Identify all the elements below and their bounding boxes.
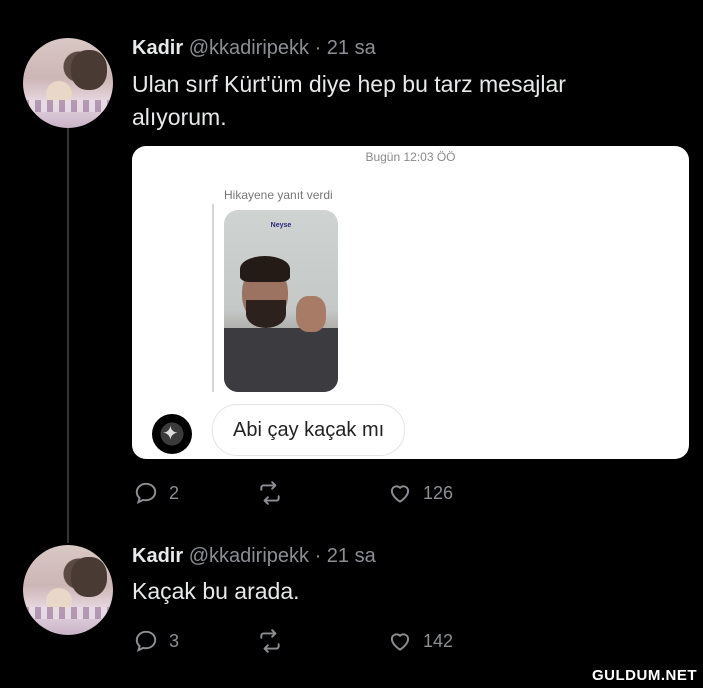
heart-icon (390, 633, 410, 651)
tweet-text-line: alıyorum. (132, 104, 227, 130)
heart-icon (390, 485, 410, 503)
retweet-icon (260, 481, 280, 505)
bird-icon: ✦ (162, 423, 179, 445)
retweet-icon (260, 629, 280, 653)
reply-count: 3 (169, 630, 180, 651)
tweet-header: Kadir @kkadiripekk · 21 sa (132, 37, 376, 60)
display-name[interactable]: Kadir (132, 37, 183, 59)
reply-icon (135, 482, 157, 505)
story-reply-label: Hikayene yanıt verdi (224, 188, 333, 202)
thread-line (67, 128, 69, 543)
display-name[interactable]: Kadir (132, 545, 183, 567)
message-bubble: Abi çay kaçak mı (212, 404, 406, 456)
like-count: 126 (423, 482, 454, 503)
retweet-button[interactable] (257, 628, 283, 654)
avatar-face (71, 50, 107, 90)
tweet-text: Kaçak bu arada. (132, 575, 300, 608)
like-button[interactable]: 126 (387, 480, 453, 506)
watermark: GULDUM.NET (592, 667, 697, 684)
sender-avatar: ✦ (152, 414, 192, 454)
reply-button[interactable]: 3 (133, 628, 179, 654)
media-card[interactable]: Bugün 12:03 ÖÖ Hikayene yanıt verdi Neys… (132, 146, 689, 459)
reply-button[interactable]: 2 (133, 480, 179, 506)
avatar-blanket (23, 100, 113, 112)
avatar[interactable] (23, 545, 113, 635)
reply-count: 2 (169, 482, 180, 503)
story-beard (246, 300, 286, 328)
story-reply-bar (212, 204, 214, 392)
story-tag: Neyse (270, 222, 292, 229)
avatar-blanket (23, 607, 113, 619)
avatar[interactable] (23, 38, 113, 128)
story-shirt (224, 328, 338, 392)
tweet-time[interactable]: · 21 sa (315, 545, 376, 567)
user-handle[interactable]: @kkadiripekk (189, 545, 309, 567)
message-date: Bugün 12:03 ÖÖ (365, 150, 456, 164)
story-hand (296, 296, 326, 332)
story-image: Neyse (224, 210, 338, 392)
retweet-button[interactable] (257, 480, 283, 506)
tweet-header: Kadir @kkadiripekk · 21 sa (132, 545, 376, 568)
reply-icon (135, 630, 157, 653)
tweet-text: Ulan sırf Kürt'üm diye hep bu tarz mesaj… (132, 68, 566, 134)
like-count: 142 (423, 630, 454, 651)
story-hair (240, 256, 290, 282)
avatar-face (71, 557, 107, 597)
tweet-text-line: Ulan sırf Kürt'üm diye hep bu tarz mesaj… (132, 71, 566, 97)
tweet-time[interactable]: · 21 sa (315, 37, 376, 59)
user-handle[interactable]: @kkadiripekk (189, 37, 309, 59)
tweet-text-line: Kaçak bu arada. (132, 578, 300, 604)
like-button[interactable]: 142 (387, 628, 453, 654)
